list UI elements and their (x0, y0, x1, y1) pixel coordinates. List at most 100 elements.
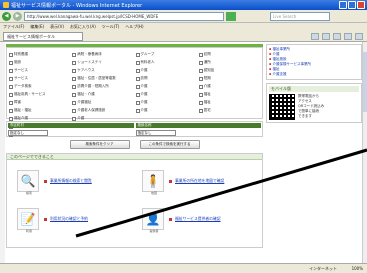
print-icon[interactable] (333, 33, 341, 40)
service-type-checkbox[interactable]: 福祉介護 (9, 115, 70, 122)
checkbox-box[interactable] (72, 116, 77, 121)
sidebar-link[interactable]: 介護支援 (269, 72, 359, 77)
checkbox-box[interactable] (198, 100, 203, 105)
tab-portal[interactable]: 福祉サービス情報ポータル (3, 31, 83, 41)
checkbox-box[interactable] (135, 68, 140, 73)
checkbox-box[interactable] (72, 60, 77, 65)
service-type-checkbox[interactable]: 訪問 (135, 75, 197, 82)
service-type-checkbox[interactable]: 介護 (135, 67, 197, 74)
checkbox-box[interactable] (9, 116, 13, 121)
service-type-checkbox[interactable]: グループ (135, 51, 197, 58)
go-button[interactable] (226, 11, 236, 21)
service-link[interactable]: 事業所の所在地を地図で確認 (175, 178, 224, 184)
scrollbar-thumb[interactable] (363, 52, 367, 112)
menu-file[interactable]: ファイル(F) (3, 24, 24, 30)
checkbox-box[interactable] (72, 100, 77, 105)
checkbox-box[interactable] (135, 84, 140, 89)
checkbox-box[interactable] (9, 60, 13, 65)
service-type-checkbox[interactable]: 施設 (9, 59, 70, 66)
maximize-button[interactable] (348, 1, 356, 9)
checkbox-box[interactable] (198, 60, 203, 65)
service-type-checkbox[interactable]: 訪問介護・短期入所 (72, 83, 133, 90)
service-type-checkbox[interactable]: 訪問 (198, 51, 260, 58)
checkbox-box[interactable] (198, 76, 203, 81)
name-select[interactable]: 指定なし (135, 130, 176, 136)
service-type-checkbox[interactable]: 介護 (135, 83, 197, 90)
tools-menu-icon[interactable] (355, 33, 363, 40)
service-type-checkbox[interactable]: 福祉・福祉 (9, 107, 70, 114)
service-link[interactable]: 事業所情報の検索と閲覧 (50, 178, 92, 184)
checkbox-box[interactable] (72, 76, 77, 81)
service-item[interactable]: 🔍 事業所情報の検索と閲覧 検索 (17, 168, 137, 195)
checkbox-box[interactable] (135, 76, 140, 81)
service-type-checkbox[interactable]: 短期 (198, 75, 260, 82)
checkbox-box[interactable] (135, 100, 140, 105)
checkbox-box[interactable] (9, 76, 13, 81)
menu-tools[interactable]: ツール(T) (102, 24, 120, 30)
service-item[interactable]: 🧍 事業所の所在地を地図で確認 地図 (142, 168, 262, 195)
forward-button[interactable]: ▶ (13, 11, 22, 21)
service-type-checkbox[interactable]: 介護 (72, 115, 133, 122)
checkbox-box[interactable] (72, 68, 77, 73)
service-type-checkbox[interactable]: 福祉 (198, 91, 260, 98)
service-type-checkbox[interactable]: 居宅 (198, 107, 260, 114)
checkbox-box[interactable] (9, 68, 13, 73)
service-type-checkbox[interactable]: データ検索 (9, 83, 70, 90)
back-button[interactable]: ◀ (2, 11, 11, 21)
checkbox-box[interactable] (72, 108, 77, 113)
feed-icon[interactable] (322, 33, 330, 40)
checkbox-box[interactable] (72, 52, 77, 57)
service-type-checkbox[interactable]: 特別養護 (9, 51, 70, 58)
menu-view[interactable]: 表示(V) (50, 24, 64, 30)
checkbox-box[interactable] (198, 52, 203, 57)
service-type-checkbox[interactable]: ケアハウス (72, 67, 133, 74)
service-type-checkbox[interactable]: 介護福祉 (72, 99, 133, 106)
service-type-checkbox[interactable] (199, 115, 260, 122)
search-button[interactable]: この条件で検索を実行する (139, 140, 200, 149)
service-item[interactable]: 👤 福祉サービス提供者の確認 提供者 (142, 206, 262, 233)
checkbox-box[interactable] (72, 92, 77, 97)
home-icon[interactable] (311, 33, 319, 40)
checkbox-box[interactable] (135, 108, 140, 113)
service-type-checkbox[interactable]: 福祉 (198, 99, 260, 106)
checkbox-box[interactable] (198, 108, 203, 113)
menu-help[interactable]: ヘルプ(H) (125, 24, 143, 30)
page-menu-icon[interactable] (344, 33, 352, 40)
checkbox-box[interactable] (9, 84, 13, 89)
checkbox-box[interactable] (198, 84, 203, 89)
service-type-checkbox[interactable]: 介護 (135, 107, 197, 114)
url-input[interactable]: http://www.wel.kanagawa-fu.wel.kng.welps… (24, 11, 224, 21)
service-type-checkbox[interactable]: 介護老人保健施設 (72, 107, 133, 114)
menu-edit[interactable]: 編集(E) (30, 24, 44, 30)
close-button[interactable] (357, 1, 365, 9)
service-type-checkbox[interactable]: 福祉・介護 (72, 91, 133, 98)
vertical-scrollbar[interactable] (362, 42, 367, 263)
checkbox-box[interactable] (135, 52, 140, 57)
service-type-checkbox[interactable]: 福祉用具・サービス (9, 91, 70, 98)
menu-favorites[interactable]: お気に入り(A) (70, 24, 96, 30)
checkbox-box[interactable] (198, 92, 203, 97)
checkbox-box[interactable] (72, 84, 77, 89)
checkbox-box[interactable] (9, 92, 13, 97)
service-type-checkbox[interactable]: 介護 (198, 83, 260, 90)
zoom-level[interactable]: 100% (352, 266, 363, 271)
service-link[interactable]: 利用状況の確認と予約 (50, 216, 88, 222)
checkbox-box[interactable] (9, 108, 13, 113)
service-type-checkbox[interactable] (136, 115, 197, 122)
service-type-checkbox[interactable]: 障害 (9, 99, 70, 106)
service-type-checkbox[interactable]: 通所 (198, 59, 260, 66)
checkbox-box[interactable] (135, 92, 140, 97)
search-input[interactable]: Live Search (270, 11, 330, 21)
checkbox-box[interactable] (9, 52, 13, 57)
service-type-checkbox[interactable]: サービス (9, 67, 70, 74)
checkbox-box[interactable] (198, 68, 203, 73)
service-type-checkbox[interactable]: サービス (9, 75, 70, 82)
service-type-checkbox[interactable]: 介護 (135, 99, 197, 106)
minimize-button[interactable] (339, 1, 347, 9)
clear-button[interactable]: 検索条件をクリア (69, 140, 130, 149)
checkbox-box[interactable] (9, 100, 13, 105)
checkbox-box[interactable] (135, 60, 140, 65)
service-type-checkbox[interactable]: 介護 (135, 91, 197, 98)
service-type-checkbox[interactable]: 認知症 (198, 67, 260, 74)
service-type-checkbox[interactable]: 福祉・住居・居室等複数 (72, 75, 133, 82)
